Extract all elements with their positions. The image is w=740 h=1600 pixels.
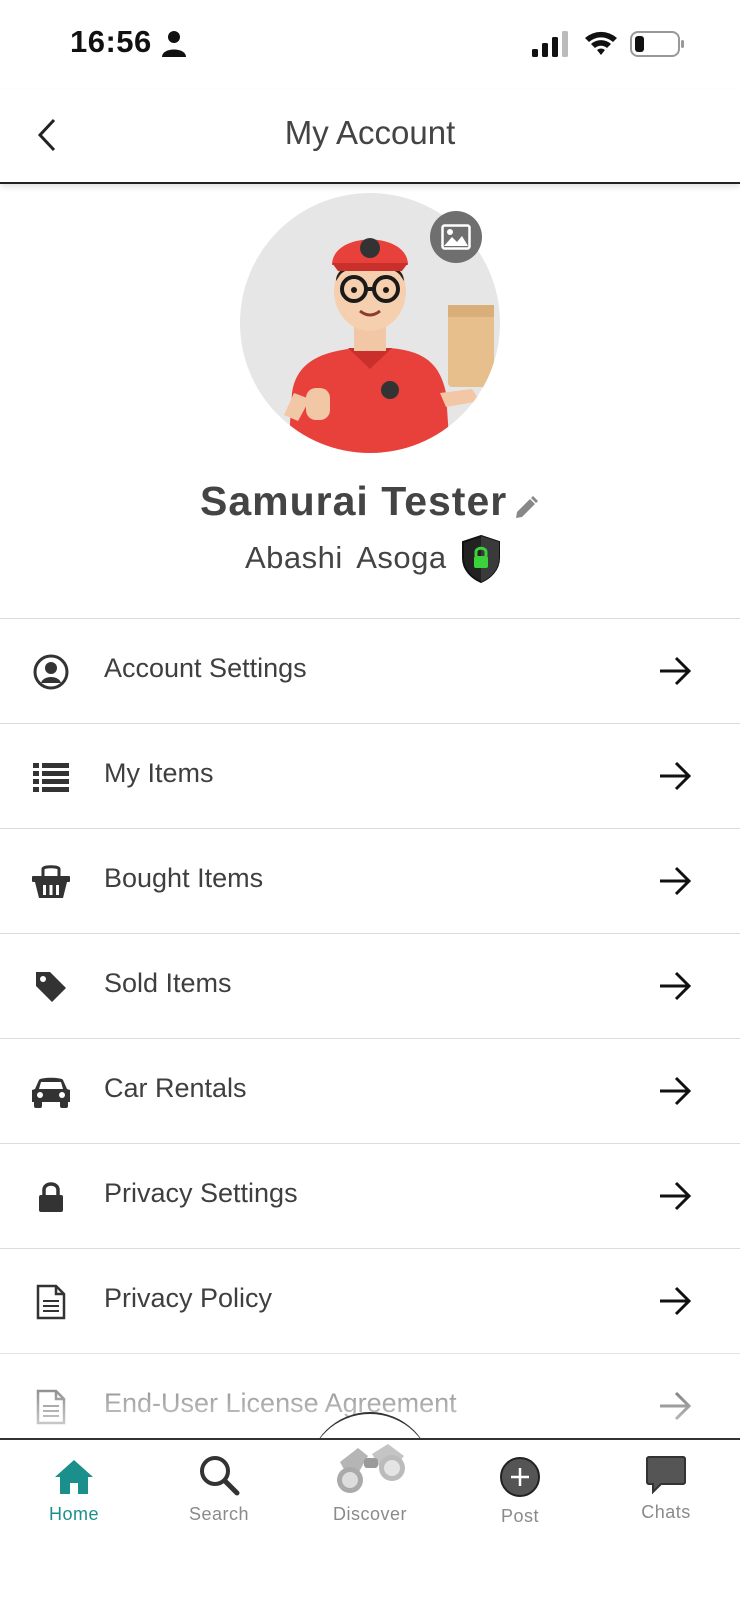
tab-label: Discover	[332, 1504, 407, 1524]
status-time: 16:56	[70, 24, 152, 59]
status-bar: 16:56	[0, 0, 740, 90]
chat-bubble-icon	[646, 1456, 686, 1495]
user-location: Abashi Asoga	[245, 540, 447, 575]
tab-discover[interactable]: Discover	[296, 1440, 444, 1560]
document-icon	[30, 1283, 72, 1321]
arrow-right-icon	[660, 1391, 692, 1421]
image-icon	[441, 224, 471, 250]
menu-item-label: Bought Items	[104, 863, 264, 893]
menu-item-privacy-settings[interactable]: Privacy Settings	[0, 1143, 740, 1248]
page-title: My Account	[284, 114, 456, 151]
arrow-right-icon	[660, 656, 692, 686]
bottom-tab-bar: Home Search Discover Post Chats	[0, 1438, 740, 1600]
search-icon	[200, 1456, 240, 1496]
menu-item-sold-items[interactable]: Sold Items	[0, 933, 740, 1038]
app-header: My Account	[0, 90, 740, 184]
menu-item-label: My Items	[104, 758, 214, 788]
car-icon	[30, 1073, 72, 1111]
plus-circle-icon	[500, 1457, 540, 1497]
menu-item-label: Account Settings	[104, 653, 307, 683]
arrow-right-icon	[660, 1286, 692, 1316]
account-menu: Account Settings My Items Bought Items S…	[0, 618, 740, 1458]
menu-item-my-items[interactable]: My Items	[0, 723, 740, 828]
pencil-icon[interactable]	[512, 494, 540, 522]
menu-item-label: End-User License Agreement	[104, 1388, 457, 1418]
menu-item-label: Car Rentals	[104, 1073, 247, 1103]
binoculars-icon	[337, 1444, 405, 1493]
arrow-right-icon	[660, 971, 692, 1001]
home-icon	[55, 1460, 93, 1494]
signal-icon	[532, 31, 568, 57]
menu-item-account-settings[interactable]: Account Settings	[0, 618, 740, 723]
tab-home[interactable]: Home	[0, 1440, 148, 1560]
menu-item-bought-items[interactable]: Bought Items	[0, 828, 740, 933]
wifi-icon	[585, 31, 617, 55]
lock-icon	[30, 1178, 72, 1216]
person-icon	[162, 31, 186, 57]
tab-search[interactable]: Search	[145, 1440, 293, 1560]
list-icon	[30, 758, 72, 796]
tab-post[interactable]: Post	[446, 1440, 594, 1560]
tag-icon	[30, 968, 72, 1006]
shield-lock-icon	[462, 534, 500, 584]
menu-item-car-rentals[interactable]: Car Rentals	[0, 1038, 740, 1143]
battery-icon	[630, 31, 684, 57]
menu-item-privacy-policy[interactable]: Privacy Policy	[0, 1248, 740, 1353]
tab-label: Chats	[641, 1502, 691, 1522]
change-photo-button[interactable]	[430, 211, 482, 263]
tab-chats[interactable]: Chats	[592, 1440, 740, 1560]
tab-label: Home	[48, 1504, 99, 1524]
menu-item-label: Privacy Settings	[104, 1178, 298, 1208]
user-name: Samurai Tester	[200, 478, 508, 524]
arrow-right-icon	[660, 866, 692, 896]
arrow-right-icon	[660, 1181, 692, 1211]
document-icon	[30, 1388, 72, 1426]
user-circle-icon	[30, 653, 72, 691]
menu-item-label: Sold Items	[104, 968, 232, 998]
menu-item-label: Privacy Policy	[104, 1283, 273, 1313]
tab-label: Post	[500, 1506, 540, 1526]
arrow-right-icon	[660, 1076, 692, 1106]
basket-icon	[30, 863, 72, 901]
tab-label: Search	[188, 1504, 250, 1524]
arrow-right-icon	[660, 761, 692, 791]
